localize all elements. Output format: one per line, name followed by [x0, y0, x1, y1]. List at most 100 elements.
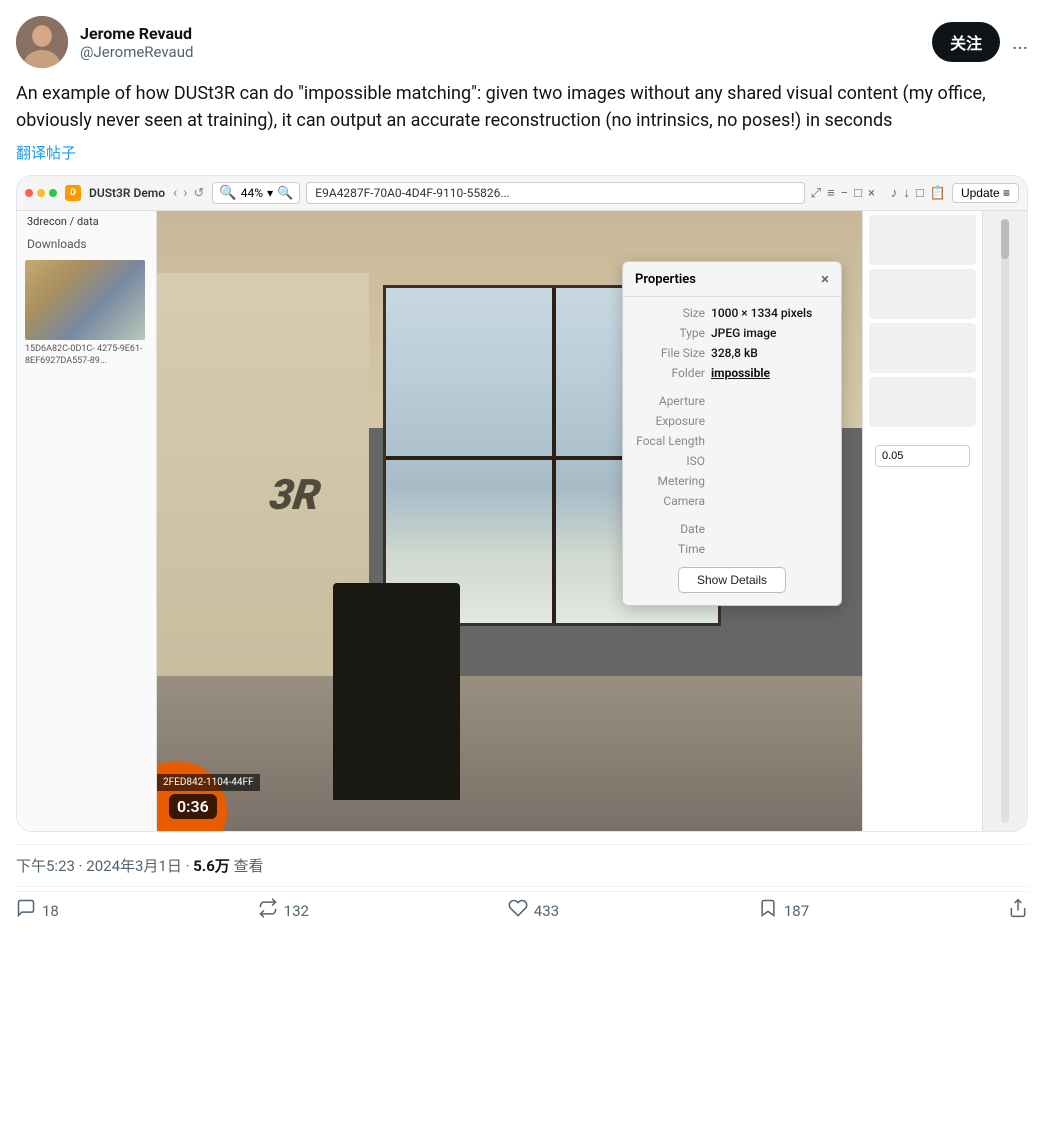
maximize-dot[interactable]	[49, 189, 57, 197]
properties-time-row: Time	[623, 539, 841, 559]
thumbnail-label: 15D6A82C-0D1C- 4275-9E61- 8EF6927DA557-8…	[17, 344, 156, 367]
url-text: E9A4287F-70A0-4D4F-9110-55826...	[315, 186, 510, 200]
prop-filesize-value: 328,8 kB	[711, 346, 758, 360]
properties-size-row: Size 1000 × 1334 pixels	[623, 303, 841, 323]
close-dot[interactable]	[25, 189, 33, 197]
zoom-in-icon[interactable]: 🔍	[277, 186, 293, 201]
tweet-header-right: 关注 ...	[932, 22, 1028, 62]
user-handle[interactable]: @JeromeRevaud	[80, 43, 193, 61]
views-count: 5.6万	[193, 857, 230, 875]
properties-panel: Properties × Size 1000 × 1334 pixels Typ…	[622, 261, 842, 606]
minimize-window-icon[interactable]: −	[841, 186, 848, 201]
scrollbar-area	[982, 211, 1027, 831]
retweet-action[interactable]: 132	[258, 898, 309, 923]
properties-iso-row: ISO	[623, 451, 841, 471]
tweet-timestamp: 下午5:23 · 2024年3月1日 · 5.6万 查看	[16, 844, 1028, 887]
properties-aperture-row: Aperture	[623, 391, 841, 411]
reply-count: 18	[42, 902, 59, 920]
bookmark-action[interactable]: 187	[758, 898, 809, 923]
properties-metering-row: Metering	[623, 471, 841, 491]
avatar-image	[16, 16, 68, 68]
browser-content: 3drecon / data Downloads 15D6A82C-0D1C- …	[17, 211, 1027, 831]
properties-folder-row: Folder impossible	[623, 363, 841, 383]
url-bar[interactable]: E9A4287F-70A0-4D4F-9110-55826...	[306, 182, 804, 204]
prop-time-label: Time	[635, 542, 705, 556]
bookmark-count: 187	[784, 902, 809, 920]
prop-type-label: Type	[635, 326, 705, 340]
right-panel-item-2	[869, 269, 976, 319]
app-icon: D	[65, 185, 81, 201]
prop-folder-value[interactable]: impossible	[711, 366, 770, 380]
video-timer: 0:36	[169, 794, 217, 819]
zoom-out-icon[interactable]: 🔍	[219, 185, 236, 201]
close-window-icon[interactable]: ×	[868, 186, 875, 201]
music-icon[interactable]: ♪	[891, 185, 898, 201]
image-preview-area[interactable]: 3R 0:36 2FED842-1104-44FF Properties × S…	[157, 211, 862, 831]
browser-action-icons: ⤢ ≡ − □ ×	[811, 185, 875, 201]
retweet-icon	[258, 898, 278, 923]
back-icon[interactable]: ‹	[173, 185, 177, 201]
properties-close-button[interactable]: ×	[821, 270, 829, 288]
prop-date-label: Date	[635, 522, 705, 536]
zoom-dropdown-icon[interactable]: ▾	[267, 186, 273, 200]
properties-type-row: Type JPEG image	[623, 323, 841, 343]
share-action[interactable]	[1008, 898, 1028, 923]
tweet-header-left: Jerome Revaud @JeromeRevaud	[16, 16, 193, 68]
bookmark-icon	[758, 898, 778, 923]
follow-button[interactable]: 关注	[932, 22, 1000, 62]
reply-icon	[16, 898, 36, 923]
tweet-text: An example of how DUSt3R can do "impossi…	[16, 80, 1028, 134]
user-name[interactable]: Jerome Revaud	[80, 24, 193, 43]
sidebar-item-downloads[interactable]: Downloads	[17, 232, 156, 256]
like-icon	[508, 898, 528, 923]
browser-toolbar: 🔍 44% ▾ 🔍 E9A4287F-70A0-4D4F-9110-55826.…	[212, 182, 875, 204]
views-suffix: 查看	[230, 857, 264, 875]
show-details-button[interactable]: Show Details	[678, 567, 786, 593]
properties-filesize-row: File Size 328,8 kB	[623, 343, 841, 363]
office-chair	[333, 583, 460, 800]
right-panel-item-4	[869, 377, 976, 427]
prop-folder-label: Folder	[635, 366, 705, 380]
restore-window-icon[interactable]: □	[854, 185, 862, 201]
prop-size-label: Size	[635, 306, 705, 320]
update-button[interactable]: Update ≡	[952, 183, 1019, 203]
right-panel-input-area	[863, 431, 982, 481]
download-icon[interactable]: ↓	[903, 185, 910, 201]
right-panel	[862, 211, 982, 831]
expand-icon[interactable]: ⤢	[811, 186, 821, 201]
zoom-control[interactable]: 🔍 44% ▾ 🔍	[212, 182, 300, 204]
window-cross-vertical	[552, 288, 556, 623]
forward-icon[interactable]: ›	[183, 185, 187, 201]
reply-action[interactable]: 18	[16, 898, 59, 923]
browser-nav: ‹ › ↺	[173, 185, 204, 201]
like-action[interactable]: 433	[508, 898, 559, 923]
value-input[interactable]	[875, 445, 970, 467]
file-browser-sidebar: 3drecon / data Downloads 15D6A82C-0D1C- …	[17, 211, 157, 831]
prop-iso-label: ISO	[635, 454, 705, 468]
minimize-dot[interactable]	[37, 189, 45, 197]
prop-type-value: JPEG image	[711, 326, 776, 340]
breadcrumb: 3drecon / data	[17, 211, 156, 232]
office-floor	[157, 676, 862, 831]
retweet-count: 132	[284, 902, 309, 920]
prop-focal-label: Focal Length	[635, 434, 705, 448]
properties-divider-2	[623, 511, 841, 519]
translate-link[interactable]: 翻译帖子	[16, 142, 1028, 163]
scrollbar-thumb[interactable]	[1001, 219, 1009, 259]
menu-icon[interactable]: ≡	[827, 185, 835, 201]
screen-icon[interactable]: □	[916, 185, 924, 201]
user-info: Jerome Revaud @JeromeRevaud	[80, 24, 193, 61]
media-container: D DUSt3R Demo ‹ › ↺ 🔍 44% ▾ 🔍 E9A4287F-7…	[16, 175, 1028, 832]
prop-size-value: 1000 × 1334 pixels	[711, 306, 812, 320]
avatar[interactable]	[16, 16, 68, 68]
properties-date-row: Date	[623, 519, 841, 539]
timestamp-text: 下午5:23 · 2024年3月1日 ·	[16, 857, 193, 875]
more-icon[interactable]: ...	[1012, 30, 1028, 54]
right-panel-item-1	[869, 215, 976, 265]
clipboard-icon[interactable]: 📋	[930, 186, 946, 201]
prop-metering-label: Metering	[635, 474, 705, 488]
tweet-card: Jerome Revaud @JeromeRevaud 关注 ... An ex…	[0, 0, 1044, 933]
scrollbar-track[interactable]	[1001, 219, 1009, 823]
properties-title: Properties	[635, 272, 696, 287]
refresh-icon[interactable]: ↺	[193, 186, 204, 201]
